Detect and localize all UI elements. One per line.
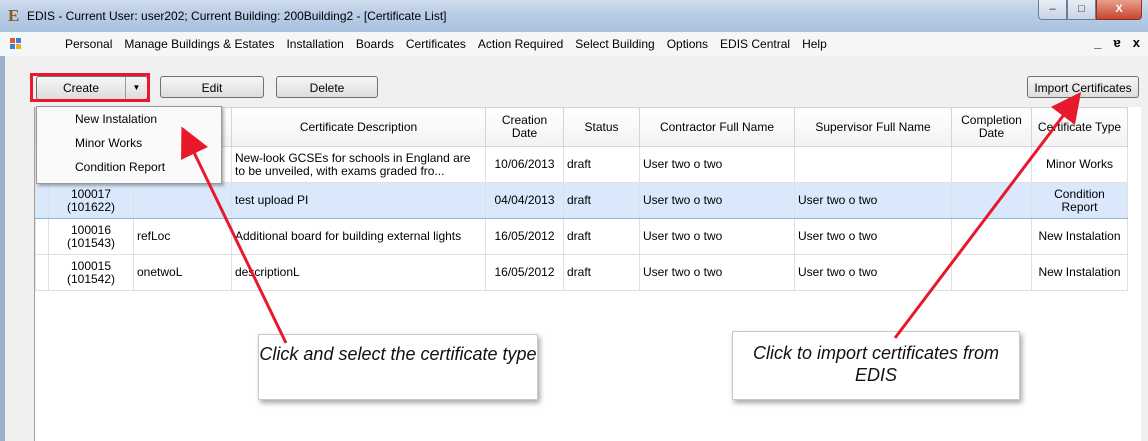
- create-highlight-box: [30, 73, 150, 102]
- cell-id: 100017 (101622): [48, 182, 134, 219]
- table-row-selected[interactable]: 100017 (101622) test upload PI 04/04/201…: [35, 182, 1128, 219]
- menu-select-building[interactable]: Select Building: [569, 32, 660, 56]
- menu-bar: Personal Manage Buildings & Estates Inst…: [0, 32, 1148, 57]
- window-title: EDIS - Current User: user202; Current Bu…: [27, 9, 447, 23]
- cell-certificate-type: Minor Works: [1031, 146, 1128, 183]
- column-header-completion-date[interactable]: Completion Date: [951, 107, 1032, 147]
- cell-id: 100016 (101543): [48, 218, 134, 255]
- menu-help[interactable]: Help: [796, 32, 833, 56]
- cell-supervisor: User two o two: [794, 182, 952, 219]
- dropdown-item-condition-report[interactable]: Condition Report: [37, 155, 221, 179]
- cell-supervisor: User two o two: [794, 218, 952, 255]
- cell-id: 100015 (101542): [48, 254, 134, 291]
- menu-options[interactable]: Options: [661, 32, 714, 56]
- column-header-contractor[interactable]: Contractor Full Name: [639, 107, 795, 147]
- menu-certificates[interactable]: Certificates: [400, 32, 472, 56]
- menu-installation[interactable]: Installation: [280, 32, 349, 56]
- mdi-minimize-button[interactable]: _: [1094, 35, 1101, 50]
- cell-completion-date: [951, 182, 1032, 219]
- column-header-status[interactable]: Status: [563, 107, 640, 147]
- cell-description: descriptionL: [231, 254, 486, 291]
- maximize-button[interactable]: □: [1067, 0, 1096, 20]
- cell-supervisor: User two o two: [794, 254, 952, 291]
- cell-certificate-type: Condition Report: [1031, 182, 1128, 219]
- dropdown-item-minor-works[interactable]: Minor Works: [37, 131, 221, 155]
- column-header-certificate-type[interactable]: Certificate Type: [1031, 107, 1128, 147]
- row-header[interactable]: [35, 254, 49, 291]
- cell-description: test upload PI: [231, 182, 486, 219]
- menu-action-required[interactable]: Action Required: [472, 32, 569, 56]
- delete-button[interactable]: Delete: [276, 76, 378, 98]
- table-row[interactable]: 100015 (101542) onetwoL descriptionL 16/…: [35, 254, 1128, 291]
- table-row[interactable]: 100016 (101543) refLoc Additional board …: [35, 218, 1128, 255]
- cell-location: refLoc: [133, 218, 232, 255]
- cell-completion-date: [951, 254, 1032, 291]
- cell-description: New-look GCSEs for schools in England ar…: [231, 146, 486, 183]
- menu-manage-buildings[interactable]: Manage Buildings & Estates: [118, 32, 280, 56]
- row-header[interactable]: [35, 218, 49, 255]
- cell-creation-date: 16/05/2012: [485, 254, 564, 291]
- column-header-creation-date[interactable]: Creation Date: [485, 107, 564, 147]
- document-menu-icon[interactable]: [10, 38, 22, 49]
- cell-status: draft: [563, 218, 640, 255]
- menu-edis-central[interactable]: EDIS Central: [714, 32, 796, 56]
- cell-completion-date: [951, 218, 1032, 255]
- cell-completion-date: [951, 146, 1032, 183]
- cell-location: [133, 182, 232, 219]
- close-button[interactable]: X: [1096, 0, 1142, 20]
- cell-contractor: User two o two: [639, 182, 795, 219]
- import-certificates-button[interactable]: Import Certificates: [1027, 76, 1139, 98]
- cell-contractor: User two o two: [639, 254, 795, 291]
- cell-contractor: User two o two: [639, 218, 795, 255]
- mdi-controls: _ ɐ x: [1094, 35, 1140, 50]
- minimize-button[interactable]: –: [1038, 0, 1067, 20]
- callout-select-type: Click and select the certificate type: [258, 334, 538, 400]
- cell-status: draft: [563, 254, 640, 291]
- edit-button[interactable]: Edit: [160, 76, 264, 98]
- app-logo-icon: E: [8, 6, 20, 25]
- cell-status: draft: [563, 146, 640, 183]
- dropdown-item-new-instalation[interactable]: New Instalation: [37, 107, 221, 131]
- cell-certificate-type: New Instalation: [1031, 254, 1128, 291]
- window-controls: – □ X: [1038, 0, 1142, 20]
- row-header[interactable]: [35, 182, 49, 219]
- cell-certificate-type: New Instalation: [1031, 218, 1128, 255]
- cell-supervisor: [794, 146, 952, 183]
- create-dropdown-menu: New Instalation Minor Works Condition Re…: [36, 106, 222, 184]
- menu-personal[interactable]: Personal: [59, 32, 118, 56]
- menu-items: Personal Manage Buildings & Estates Inst…: [59, 32, 833, 56]
- cell-description: Additional board for building external l…: [231, 218, 486, 255]
- cell-location: onetwoL: [133, 254, 232, 291]
- cell-contractor: User two o two: [639, 146, 795, 183]
- cell-creation-date: 10/06/2013: [485, 146, 564, 183]
- column-header-description[interactable]: Certificate Description: [231, 107, 486, 147]
- menu-boards[interactable]: Boards: [350, 32, 400, 56]
- mdi-close-button[interactable]: x: [1133, 35, 1140, 50]
- mdi-restore-button[interactable]: ɐ: [1114, 35, 1121, 50]
- left-frame-strip: [0, 56, 5, 441]
- app-window: E EDIS - Current User: user202; Current …: [0, 0, 1148, 441]
- callout-import: Click to import certificates from EDIS: [732, 331, 1020, 400]
- column-header-supervisor[interactable]: Supervisor Full Name: [794, 107, 952, 147]
- cell-status: draft: [563, 182, 640, 219]
- title-bar[interactable]: E EDIS - Current User: user202; Current …: [0, 0, 1148, 32]
- cell-creation-date: 04/04/2013: [485, 182, 564, 219]
- cell-creation-date: 16/05/2012: [485, 218, 564, 255]
